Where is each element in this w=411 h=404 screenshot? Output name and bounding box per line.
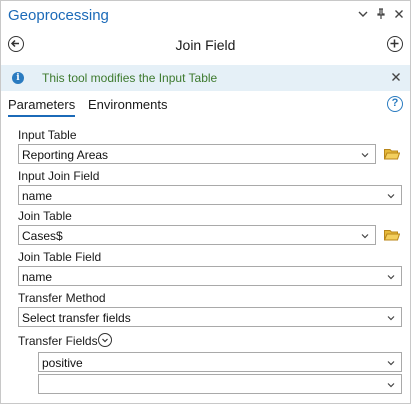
tab-parameters[interactable]: Parameters xyxy=(8,97,76,117)
input-table-label: Input Table xyxy=(18,128,77,142)
chevron-down-icon xyxy=(387,378,395,388)
tool-title: Join Field xyxy=(175,37,236,53)
add-icon[interactable] xyxy=(387,36,403,52)
pane-title: Geoprocessing xyxy=(8,7,109,24)
join-table-select[interactable]: Cases$ xyxy=(18,225,376,245)
input-table-select[interactable]: Reporting Areas xyxy=(18,144,376,164)
chevron-down-icon xyxy=(387,270,395,280)
chevron-down-icon xyxy=(361,148,369,158)
transfer-field-select-2[interactable] xyxy=(38,374,402,394)
info-icon: i xyxy=(12,72,24,84)
input-join-field-label: Input Join Field xyxy=(18,169,100,183)
chevron-down-icon xyxy=(387,356,395,366)
input-join-field-select[interactable]: name xyxy=(18,185,402,205)
info-close-icon[interactable] xyxy=(391,70,401,85)
transfer-field-select-1[interactable]: positive xyxy=(38,352,402,372)
join-table-field-select[interactable]: name xyxy=(18,266,402,286)
input-table-value: Reporting Areas xyxy=(22,148,109,162)
chevron-down-icon xyxy=(361,229,369,239)
tab-bar: Parameters Environments ? xyxy=(1,95,410,119)
pane-titlebar: Geoprocessing xyxy=(1,1,410,31)
chevron-down-icon xyxy=(387,189,395,199)
transfer-method-value: Select transfer fields xyxy=(22,311,131,325)
pane-menu-chevron-down-icon[interactable] xyxy=(356,8,370,22)
transfer-fields-label: Transfer Fields xyxy=(18,334,98,348)
join-table-field-label: Join Table Field xyxy=(18,250,102,264)
tab-environments[interactable]: Environments xyxy=(88,97,167,112)
chevron-down-icon xyxy=(387,311,395,321)
expand-chevron-icon[interactable] xyxy=(98,333,112,347)
tool-header: Join Field xyxy=(1,31,410,59)
help-icon[interactable]: ? xyxy=(387,96,403,112)
pane-close-icon[interactable] xyxy=(392,8,406,22)
pin-icon[interactable] xyxy=(374,8,388,22)
browse-folder-icon[interactable] xyxy=(383,148,401,160)
browse-folder-icon[interactable] xyxy=(383,229,401,241)
transfer-field-value-1: positive xyxy=(42,356,83,370)
join-table-value: Cases$ xyxy=(22,229,63,243)
input-join-field-value: name xyxy=(22,189,53,203)
join-table-field-value: name xyxy=(22,270,53,284)
transfer-method-select[interactable]: Select transfer fields xyxy=(18,307,402,327)
geoprocessing-pane: Geoprocessing Join Field i This tool mod… xyxy=(0,0,411,404)
info-message-bar: i This tool modifies the Input Table xyxy=(1,65,410,91)
join-table-label: Join Table xyxy=(18,209,72,223)
info-message: This tool modifies the Input Table xyxy=(42,71,218,85)
transfer-method-label: Transfer Method xyxy=(18,291,106,305)
